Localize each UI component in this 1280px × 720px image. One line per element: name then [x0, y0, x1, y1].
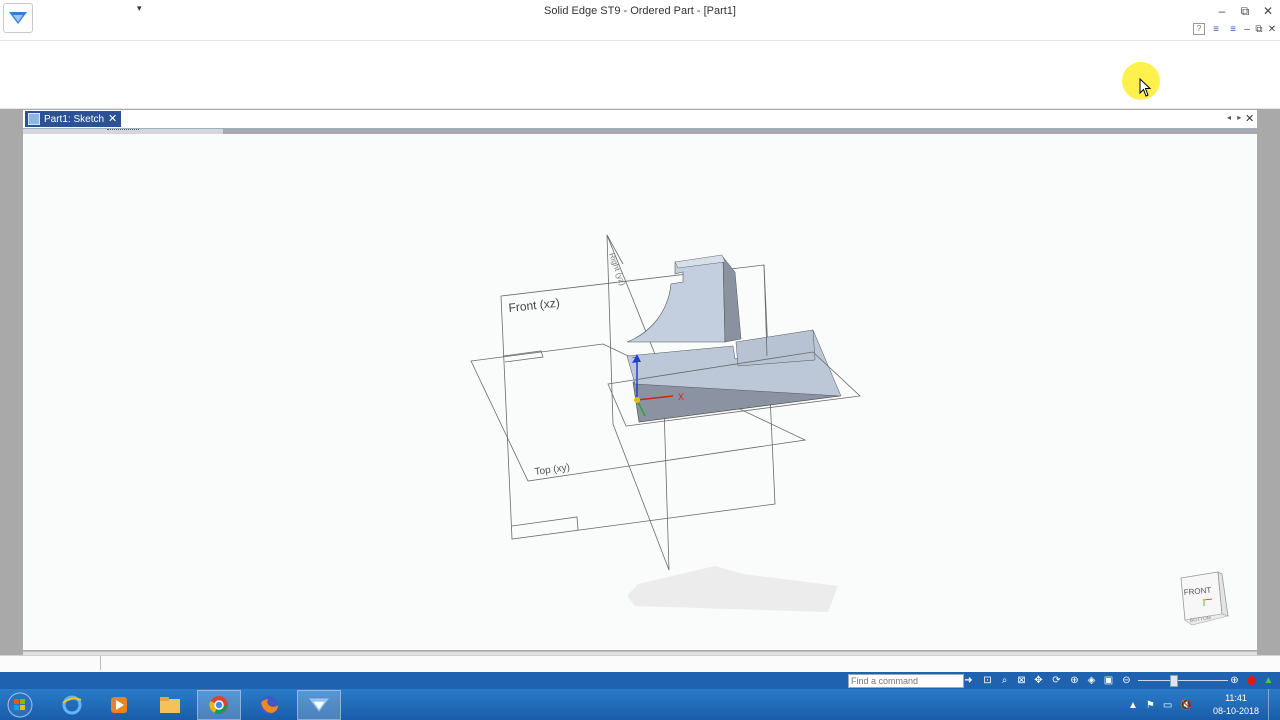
tray-chevron-icon[interactable]: ▲: [1128, 700, 1138, 711]
clock-time: 11:41: [1225, 693, 1247, 703]
zoom-slider-track[interactable]: [1138, 680, 1228, 681]
restore-button[interactable]: ⧉: [1235, 4, 1255, 18]
action-center-flag-icon[interactable]: ⚑: [1146, 700, 1155, 711]
media-player-icon: [111, 697, 127, 713]
x-axis-label: X: [678, 392, 684, 402]
close-button[interactable]: ✕: [1258, 4, 1278, 18]
clock-date: 08-10-2018: [1212, 706, 1260, 716]
part-tower-side: [722, 256, 742, 343]
spin-icon[interactable]: ⊕: [1068, 674, 1081, 687]
record-icon[interactable]: [1245, 674, 1258, 687]
pane-close-button[interactable]: ✕: [1245, 112, 1254, 125]
taskbar-file-explorer[interactable]: [148, 690, 192, 720]
zoom-area-icon[interactable]: ⊡: [981, 674, 994, 687]
part-flange-right: [735, 329, 816, 367]
cascade-windows-button[interactable]: ≡: [1226, 23, 1240, 36]
marker-icon[interactable]: ▲: [1262, 674, 1275, 687]
zoom-out-icon[interactable]: ⊖: [1120, 674, 1133, 687]
taskbar-media-player[interactable]: [97, 690, 141, 720]
zoom-icon[interactable]: ⌕: [998, 674, 1011, 687]
mouse-pointer-icon: [1139, 78, 1152, 97]
document-tab[interactable]: Part1: Sketch ✕: [25, 111, 122, 127]
front-plane-handle: [511, 516, 579, 531]
taskbar-internet-explorer[interactable]: [50, 690, 94, 720]
volume-muted-icon[interactable]: 🔇: [1180, 700, 1192, 711]
right-plane-label: Right (yz): [607, 252, 627, 288]
status-row: [0, 655, 1280, 673]
taskbar-chrome[interactable]: [197, 690, 241, 720]
solid-edge-icon: [309, 698, 329, 712]
model-scene: Top (xy) Front (xz) Right (yz) Z X: [470, 234, 861, 612]
rotate-icon[interactable]: ⟳: [1050, 674, 1063, 687]
document-tab-bar: [23, 110, 1257, 129]
tab-close-icon[interactable]: ✕: [108, 113, 117, 125]
internet-explorer-icon: [62, 695, 82, 715]
find-command-input[interactable]: [848, 674, 964, 688]
arrow-right-icon[interactable]: ➜: [962, 674, 975, 687]
show-desktop-button[interactable]: [1268, 689, 1280, 720]
taskbar-clock[interactable]: 11:41 08-10-2018: [1206, 692, 1266, 718]
fit-icon[interactable]: ⊠: [1015, 674, 1028, 687]
zoom-slider-thumb[interactable]: [1170, 675, 1178, 687]
file-explorer-icon: [160, 697, 180, 713]
zoom-in-icon[interactable]: ⊕: [1228, 674, 1241, 687]
pane-nav-arrows[interactable]: ◂ ▸: [1227, 113, 1243, 122]
taskbar: [0, 689, 1280, 720]
taskbar-firefox[interactable]: [247, 690, 291, 720]
doc-restore-button[interactable]: ⧉: [1252, 23, 1266, 36]
network-icon[interactable]: ▭: [1163, 700, 1172, 711]
pan-icon[interactable]: ✥: [1032, 674, 1045, 687]
system-tray: ▲ ⚑ ▭ 🔇: [1128, 692, 1193, 718]
front-plane-label: Front (xz): [508, 296, 561, 315]
windows-start-button[interactable]: [4, 690, 36, 720]
window-title: Solid Edge ST9 - Ordered Part - [Part1]: [544, 5, 736, 17]
status-segment: [23, 656, 101, 670]
z-axis-label: Z: [632, 356, 637, 365]
part-tower-face: [626, 256, 726, 343]
ribbon-area: [0, 41, 1280, 109]
chrome-icon: [209, 696, 228, 714]
view-cube[interactable]: FRONT BOTTOM: [1178, 570, 1234, 630]
triad-origin: [634, 397, 640, 403]
part-document-icon: [28, 113, 40, 125]
shade-icon[interactable]: ▣: [1102, 674, 1115, 687]
cube-origin: [1202, 598, 1206, 602]
view-orient-icon[interactable]: ◈: [1085, 674, 1098, 687]
arrange-windows-button[interactable]: ≡: [1209, 23, 1223, 36]
windows-start-icon: [7, 692, 33, 718]
doc-close-button[interactable]: ✕: [1265, 23, 1279, 36]
document-tab-label: Part1: Sketch: [44, 113, 105, 125]
firefox-icon: [260, 696, 278, 714]
help-button[interactable]: ?: [1193, 23, 1205, 35]
taskbar-solid-edge[interactable]: [297, 690, 341, 720]
part-shadow: [627, 566, 838, 612]
minimize-button[interactable]: –: [1212, 4, 1232, 18]
resize-grip[interactable]: [107, 129, 139, 133]
